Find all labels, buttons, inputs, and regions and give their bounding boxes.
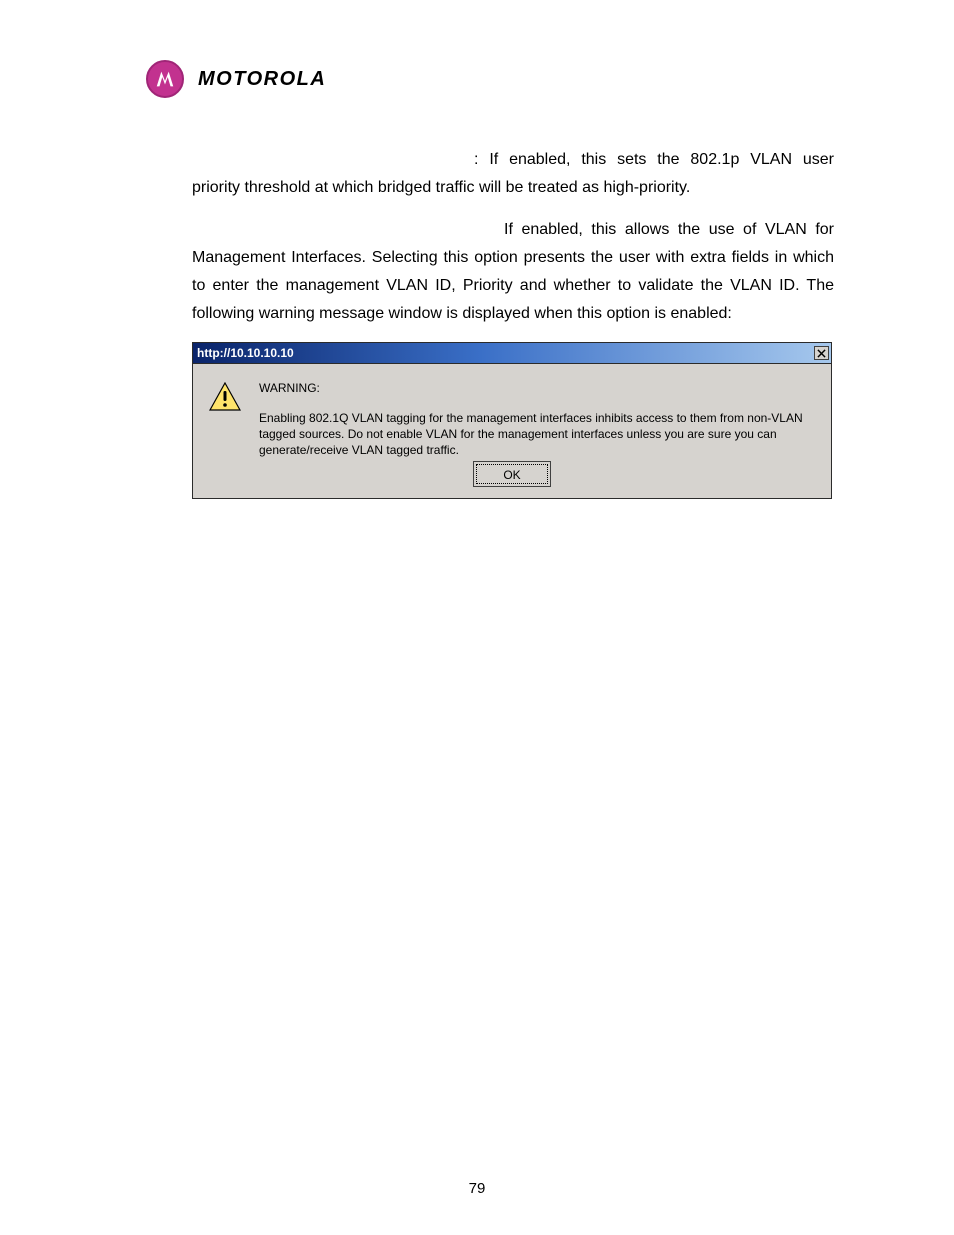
paragraph-2: If enabled, this allows the use of VLAN … [192,216,834,328]
page-number: 79 [0,1180,954,1197]
dialog-footer: OK [193,462,831,498]
page-header: MOTOROLA [146,60,834,98]
dialog-titlebar: http://10.10.10.10 [193,343,831,364]
document-page: MOTOROLA : If enabled, this sets the 802… [0,0,954,1235]
warning-icon [209,380,241,458]
motorola-logo-icon [146,60,184,98]
dialog-heading: WARNING: [259,380,817,396]
para1-lead: : [474,151,489,168]
close-icon [817,349,826,358]
dialog-title-text: http://10.10.10.10 [197,346,294,360]
dialog-body: WARNING: Enabling 802.1Q VLAN tagging fo… [193,364,831,462]
brand-label: MOTOROLA [198,68,326,91]
para1-text: If enabled, this sets the 802.1p VLAN us… [192,151,834,196]
close-button[interactable] [814,346,829,360]
warning-dialog: http://10.10.10.10 WARNING: Enabling 802… [192,342,832,499]
body-column: : If enabled, this sets the 802.1p VLAN … [192,146,834,328]
ok-button[interactable]: OK [476,464,548,484]
dialog-message: Enabling 802.1Q VLAN tagging for the man… [259,410,817,458]
paragraph-1: : If enabled, this sets the 802.1p VLAN … [192,146,834,202]
dialog-text: WARNING: Enabling 802.1Q VLAN tagging fo… [259,380,817,458]
para2-text: If enabled, this allows the use of VLAN … [192,221,834,322]
